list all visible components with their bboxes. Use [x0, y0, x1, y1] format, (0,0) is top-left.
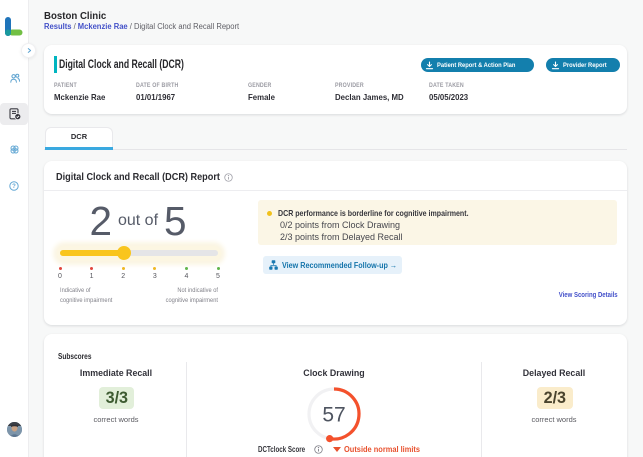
svg-text:57: 57: [322, 404, 345, 427]
svg-text:?: ?: [12, 184, 16, 190]
